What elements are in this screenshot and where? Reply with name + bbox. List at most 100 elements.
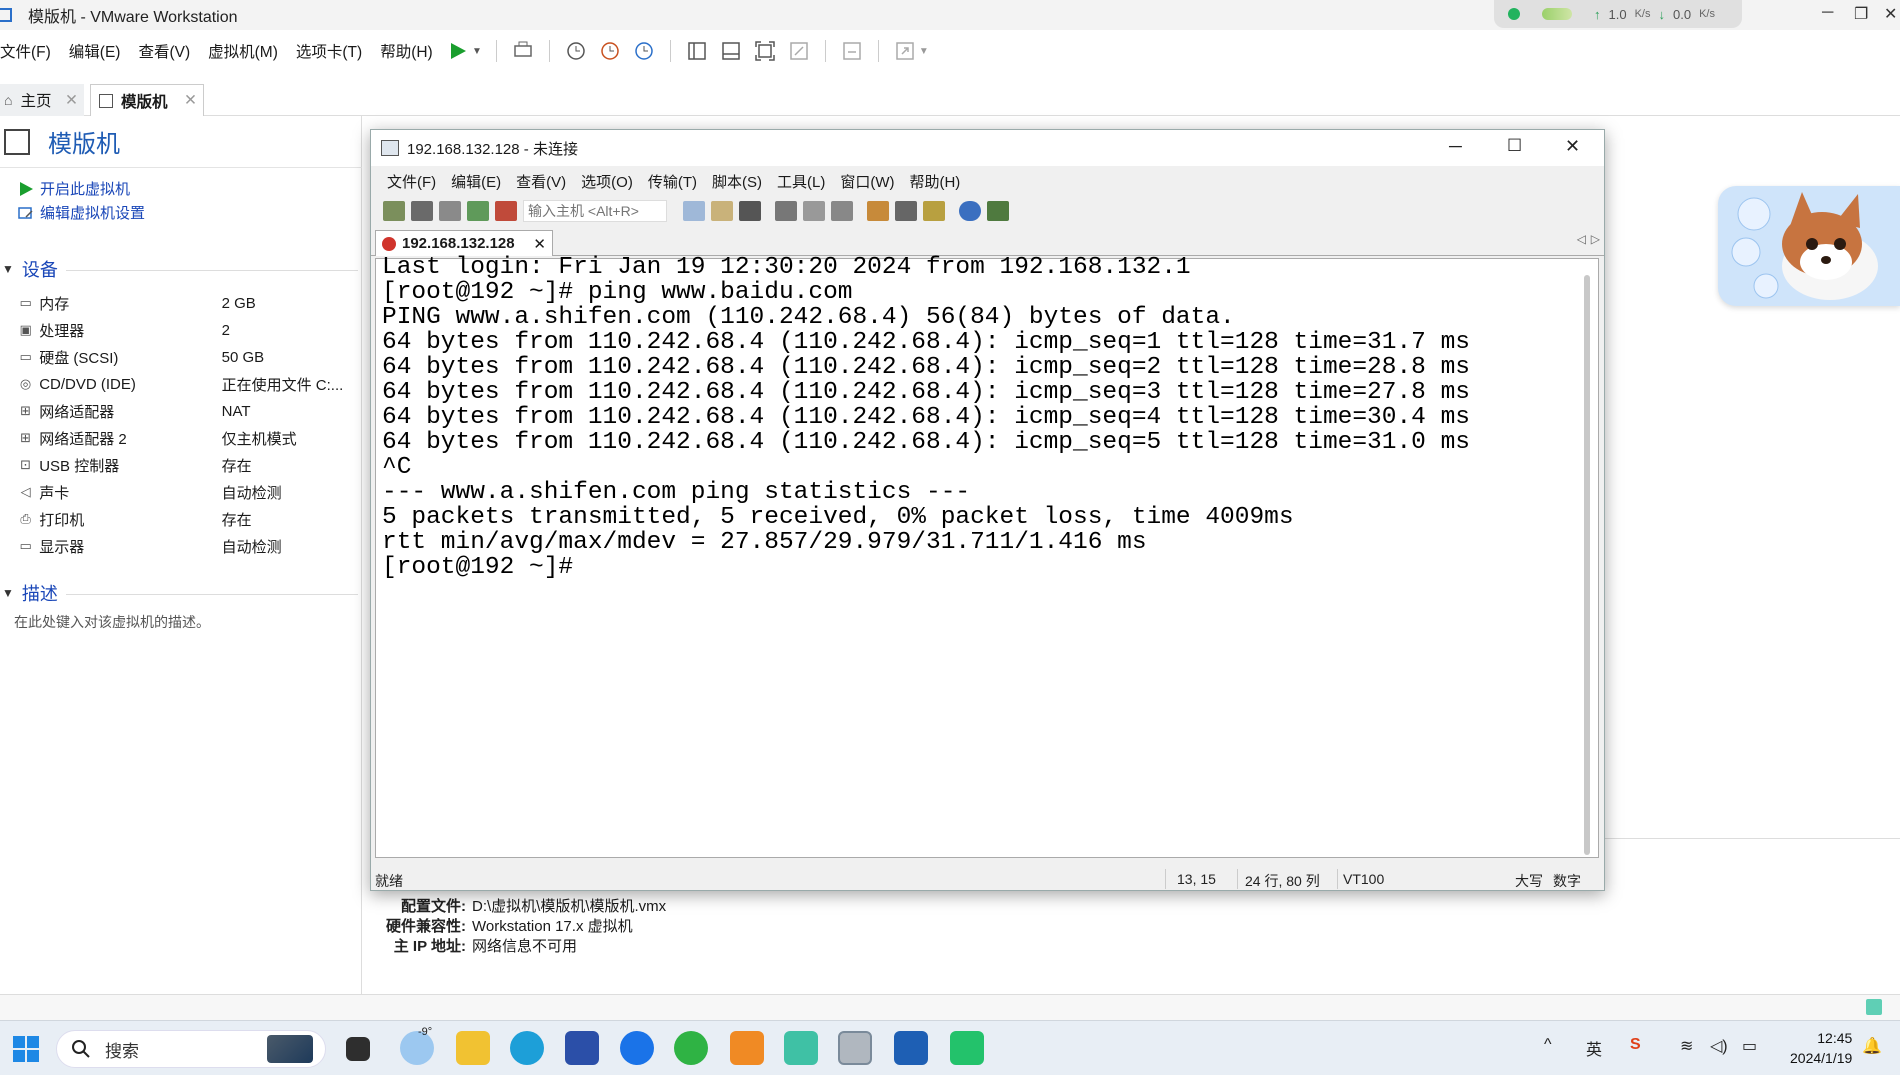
full-screen-icon[interactable] xyxy=(753,39,777,63)
snapshot-manager-icon[interactable] xyxy=(632,39,656,63)
desktop-pet-widget[interactable] xyxy=(1718,186,1900,306)
xs-menu-help[interactable]: 帮助(H) xyxy=(909,171,960,192)
power-on-icon[interactable] xyxy=(446,39,470,63)
unity-icon[interactable] xyxy=(787,39,811,63)
xs-menu-tools[interactable]: 工具(L) xyxy=(777,171,825,192)
edit-settings-link[interactable]: 编辑虚拟机设置 xyxy=(18,202,145,223)
app-icon[interactable] xyxy=(730,1031,764,1065)
pycharm-icon[interactable] xyxy=(565,1031,599,1065)
description-section-header[interactable]: ▼ 描述 xyxy=(2,580,58,606)
print-preview-icon[interactable] xyxy=(803,201,825,221)
device-row-memory[interactable]: ▭ 内存 2 GB xyxy=(16,292,356,314)
tools-icon[interactable] xyxy=(895,201,917,221)
tab-scroll-right-icon[interactable]: ▷ xyxy=(1591,232,1600,246)
kugou-music-icon[interactable] xyxy=(620,1031,654,1065)
device-row-cdrom[interactable]: ◎ CD/DVD (IDE) 正在使用文件 C:... xyxy=(16,373,356,395)
wechat-icon[interactable] xyxy=(674,1031,708,1065)
device-row-cpu[interactable]: ▣ 处理器 2 xyxy=(16,319,356,341)
menu-vm[interactable]: 虚拟机(M) xyxy=(208,40,284,62)
screenshot-icon[interactable] xyxy=(987,201,1009,221)
network-speed-widget[interactable]: ↑ 1.0 K/s ↓ 0.0 K/s xyxy=(1494,0,1742,28)
xs-menu-script[interactable]: 脚本(S) xyxy=(712,171,762,192)
reconnect-icon[interactable] xyxy=(439,201,461,221)
device-row-usb[interactable]: ⊡ USB 控制器 存在 xyxy=(16,454,356,476)
description-placeholder[interactable]: 在此处键入对该虚拟机的描述。 xyxy=(14,612,210,632)
system-clock[interactable]: 12:45 2024/1/19 xyxy=(1790,1028,1852,1068)
edge-browser-icon[interactable] xyxy=(510,1031,544,1065)
menu-help[interactable]: 帮助(H) xyxy=(380,40,439,62)
tab-scroll-left-icon[interactable]: ◁ xyxy=(1577,232,1586,246)
xs-menu-file[interactable]: 文件(F) xyxy=(387,171,436,192)
show-library-icon[interactable] xyxy=(685,39,709,63)
xs-menu-window[interactable]: 窗口(W) xyxy=(840,171,894,192)
copy-icon[interactable] xyxy=(683,201,705,221)
menu-view[interactable]: 查看(V) xyxy=(138,40,196,62)
notification-bell-icon[interactable]: 🔔 xyxy=(1862,1036,1882,1056)
host-address-input[interactable] xyxy=(523,200,667,222)
xs-menu-options[interactable]: 选项(O) xyxy=(581,171,633,192)
properties-icon[interactable] xyxy=(867,201,889,221)
paste-icon[interactable] xyxy=(711,201,733,221)
tab-vm-close-icon[interactable]: ✕ xyxy=(184,91,197,110)
terminal-output[interactable]: Last login: Fri Jan 19 12:30:20 2024 fro… xyxy=(375,255,1599,858)
close-button[interactable]: ✕ xyxy=(1884,4,1897,24)
open-session-icon[interactable] xyxy=(411,201,433,221)
xs-menu-edit[interactable]: 编辑(E) xyxy=(451,171,501,192)
wifi-icon[interactable]: ≋ xyxy=(1680,1036,1693,1056)
file-explorer-icon[interactable] xyxy=(456,1031,490,1065)
windows-start-icon[interactable] xyxy=(12,1035,40,1063)
print-icon[interactable] xyxy=(775,201,797,221)
new-session-icon[interactable] xyxy=(383,201,405,221)
volume-icon[interactable]: ◁) xyxy=(1710,1036,1728,1056)
snapshot-icon[interactable] xyxy=(564,39,588,63)
message-log-icon[interactable] xyxy=(1866,999,1882,1015)
xshell-taskbar-icon[interactable] xyxy=(838,1031,872,1065)
xs-menu-transfer[interactable]: 传输(T) xyxy=(648,171,697,192)
taskbar-search[interactable]: 搜索 xyxy=(56,1030,326,1068)
stretch-dropdown-icon[interactable]: ▼ xyxy=(919,46,929,57)
menu-edit[interactable]: 编辑(E) xyxy=(69,40,127,62)
stretch-guest-icon[interactable] xyxy=(893,39,917,63)
session-tab-close-icon[interactable]: ✕ xyxy=(533,235,546,253)
thumbnail-bar-icon[interactable] xyxy=(719,39,743,63)
iqiyi-icon[interactable] xyxy=(950,1031,984,1065)
xshell-maximize-button[interactable]: ☐ xyxy=(1507,136,1522,156)
power-dropdown-icon[interactable]: ▼ xyxy=(472,46,482,57)
device-row-network[interactable]: ⊞ 网络适配器 NAT xyxy=(16,400,356,422)
menu-file[interactable]: 文件(F) xyxy=(0,40,57,62)
device-row-display[interactable]: ▭ 显示器 自动检测 xyxy=(16,535,356,557)
device-row-sound[interactable]: ◁ 声卡 自动检测 xyxy=(16,481,356,503)
printer-setup-icon[interactable] xyxy=(831,201,853,221)
xs-menu-view[interactable]: 查看(V) xyxy=(516,171,566,192)
ime-language-indicator[interactable]: 英 xyxy=(1586,1036,1602,1060)
revert-snapshot-icon[interactable] xyxy=(598,39,622,63)
devices-section-header[interactable]: ▼ 设备 xyxy=(2,256,58,282)
device-row-printer[interactable]: ⎙ 打印机 存在 xyxy=(16,508,356,530)
disconnect-icon[interactable] xyxy=(495,201,517,221)
terminal-scrollbar[interactable] xyxy=(1584,275,1590,855)
xshell-close-button[interactable]: ✕ xyxy=(1565,136,1580,157)
help-icon[interactable] xyxy=(959,201,981,221)
minimize-button[interactable]: ─ xyxy=(1822,4,1833,22)
menu-tabs[interactable]: 选项卡(T) xyxy=(296,40,368,62)
key-icon[interactable] xyxy=(923,201,945,221)
tab-home-close-icon[interactable]: ✕ xyxy=(65,91,78,110)
sogou-ime-icon[interactable]: S xyxy=(1630,1036,1641,1054)
task-view-icon[interactable] xyxy=(346,1037,370,1061)
power-on-link[interactable]: 开启此虚拟机 xyxy=(18,178,130,199)
device-row-disk[interactable]: ▭ 硬盘 (SCSI) 50 GB xyxy=(16,346,356,368)
find-icon[interactable] xyxy=(739,201,761,221)
send-ctrl-alt-del-icon[interactable] xyxy=(511,39,535,63)
screen-capture-icon[interactable] xyxy=(784,1031,818,1065)
battery-icon[interactable]: ▭ xyxy=(1742,1036,1757,1056)
word-icon[interactable] xyxy=(894,1031,928,1065)
session-tab[interactable]: 192.168.132.128 ✕ xyxy=(375,230,553,256)
show-hidden-icons-icon[interactable]: ^ xyxy=(1544,1036,1552,1054)
xshell-minimize-button[interactable]: ─ xyxy=(1449,136,1462,157)
tab-vm[interactable]: 模版机 ✕ xyxy=(90,84,204,116)
device-row-network-2[interactable]: ⊞ 网络适配器 2 仅主机模式 xyxy=(16,427,356,449)
connect-icon[interactable] xyxy=(467,201,489,221)
tab-home[interactable]: ⌂ 主页 ✕ xyxy=(0,84,84,116)
console-view-icon[interactable] xyxy=(840,39,864,63)
restore-button[interactable]: ❐ xyxy=(1854,4,1868,24)
